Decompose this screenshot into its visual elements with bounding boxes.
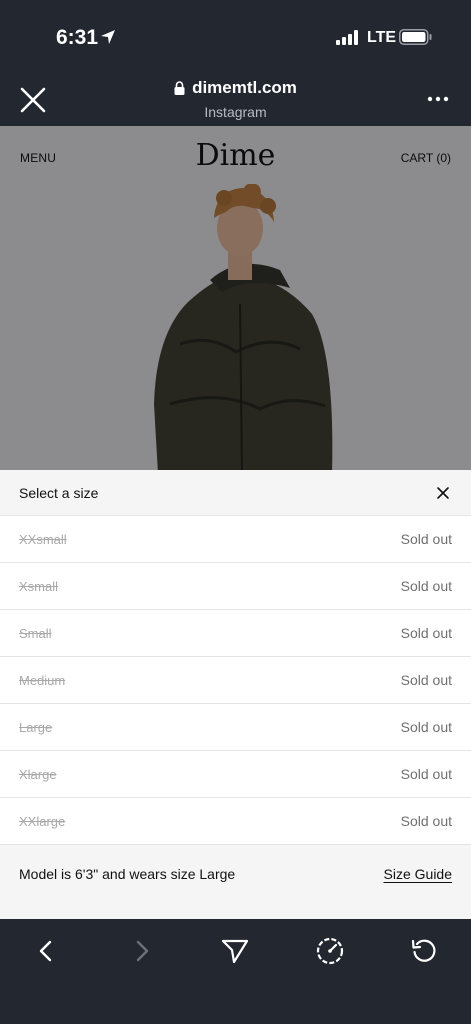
size-option-xxlarge[interactable]: XXlarge Sold out	[0, 798, 471, 845]
size-name: Small	[19, 626, 52, 641]
back-arrow-icon	[39, 940, 52, 962]
size-name: XXsmall	[19, 532, 67, 547]
speed-button[interactable]	[310, 931, 350, 971]
stock-status: Sold out	[400, 719, 452, 735]
browser-header: dimemtl.com Instagram	[0, 72, 471, 126]
stock-status: Sold out	[400, 766, 452, 782]
size-name: Xsmall	[19, 579, 59, 594]
stock-status: Sold out	[400, 813, 452, 829]
size-option-small[interactable]: Small Sold out	[0, 610, 471, 657]
back-button[interactable]	[26, 931, 66, 971]
stock-status: Sold out	[400, 578, 452, 594]
browser-toolbar	[0, 919, 471, 1024]
size-option-large[interactable]: Large Sold out	[0, 704, 471, 751]
size-name: XXlarge	[19, 814, 66, 829]
size-name: Xlarge	[19, 767, 57, 782]
speedometer-icon	[316, 937, 344, 965]
stock-status: Sold out	[400, 672, 452, 688]
signal-bars-icon	[336, 30, 358, 45]
reload-button[interactable]	[404, 931, 444, 971]
stock-status: Sold out	[400, 531, 452, 547]
size-selector-sheet: Select a size XXsmall Sold out Xsmall So…	[0, 470, 471, 919]
forward-button[interactable]	[122, 931, 162, 971]
size-option-medium[interactable]: Medium Sold out	[0, 657, 471, 704]
size-option-xlarge[interactable]: Xlarge Sold out	[0, 751, 471, 798]
status-bar: 6:31 LTE	[0, 0, 471, 72]
size-name: Medium	[19, 673, 66, 688]
sheet-header: Select a size	[0, 470, 471, 516]
network-type: LTE	[367, 29, 397, 46]
status-time: 6:31	[56, 26, 99, 49]
size-option-xsmall[interactable]: Xsmall Sold out	[0, 563, 471, 610]
size-guide-link[interactable]: Size Guide	[384, 866, 452, 882]
sheet-title: Select a size	[19, 485, 99, 501]
overlay-scrim	[0, 126, 471, 471]
forward-arrow-icon	[136, 940, 149, 962]
product-hero: MENU Dime CART (0)	[0, 126, 471, 471]
share-send-icon	[221, 939, 249, 964]
sheet-footer: Model is 6'3" and wears size Large Size …	[0, 845, 471, 919]
model-size-note: Model is 6'3" and wears size Large	[19, 866, 236, 882]
size-name: Large	[19, 720, 53, 735]
source-app-label: Instagram	[204, 104, 267, 120]
battery-icon	[399, 29, 432, 45]
more-dots-icon[interactable]	[426, 94, 450, 104]
share-button[interactable]	[215, 931, 255, 971]
close-icon[interactable]	[435, 485, 451, 501]
location-arrow-icon	[101, 30, 115, 44]
address-bar[interactable]: dimemtl.com	[174, 78, 297, 98]
stock-status: Sold out	[400, 625, 452, 641]
address-area: dimemtl.com Instagram	[0, 78, 471, 120]
reload-icon	[411, 939, 436, 962]
size-option-xxsmall[interactable]: XXsmall Sold out	[0, 516, 471, 563]
url-text: dimemtl.com	[192, 78, 297, 97]
lock-icon	[174, 81, 185, 95]
